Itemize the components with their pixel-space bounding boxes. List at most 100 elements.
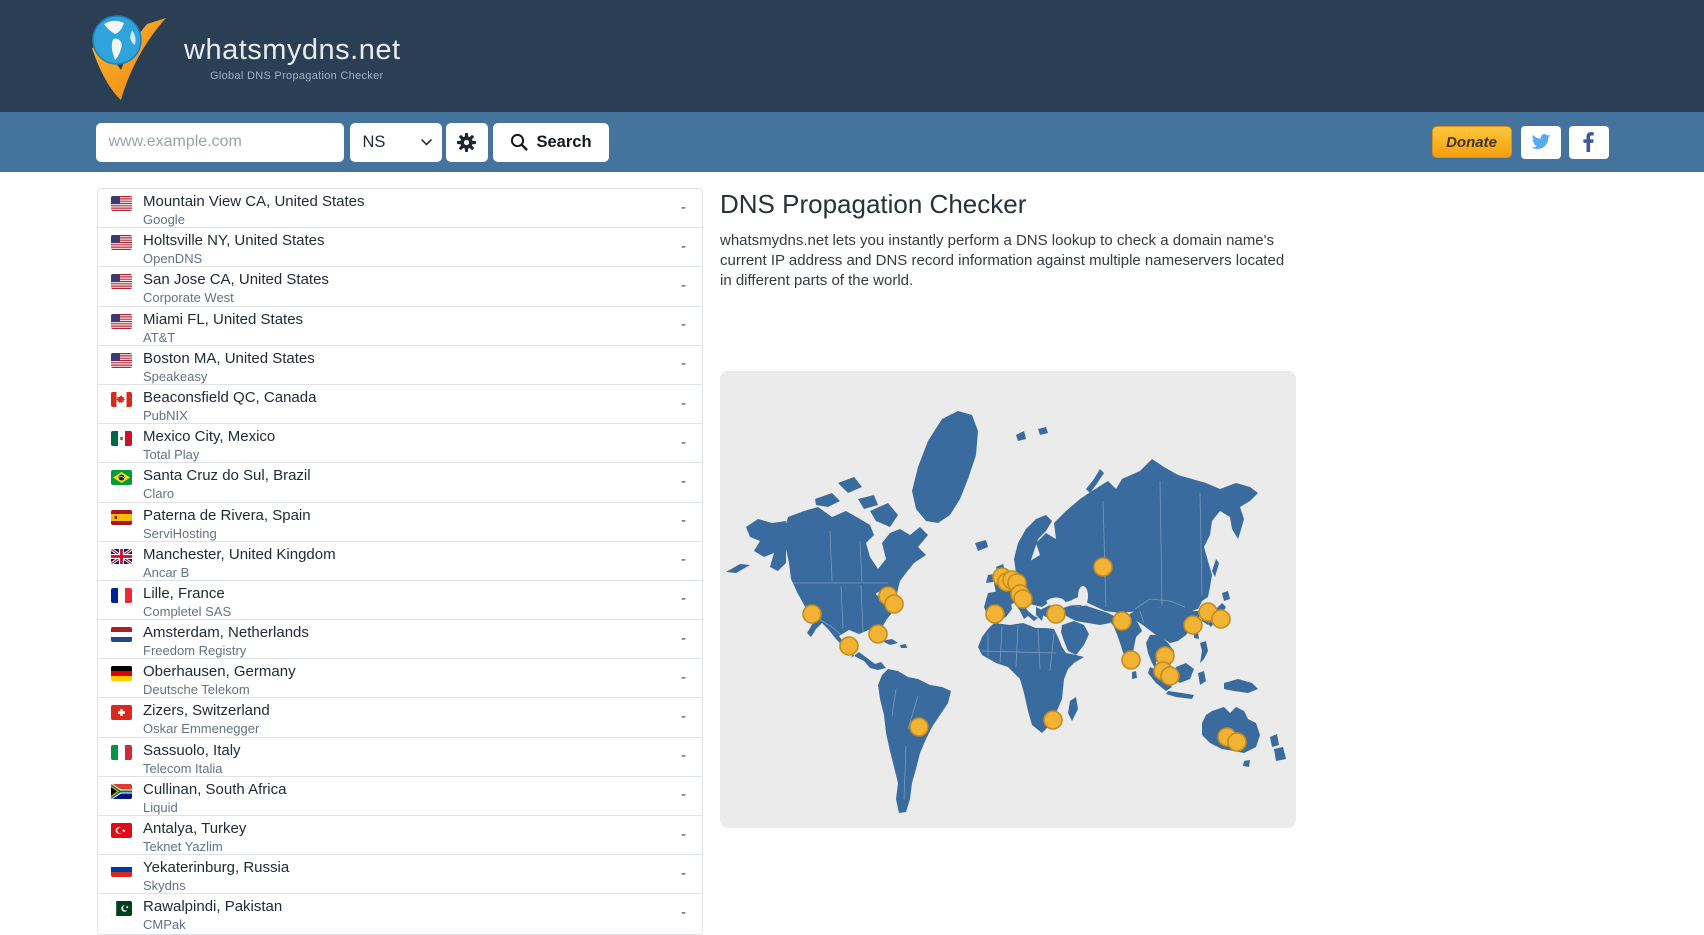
- mx-flag-icon: [111, 431, 132, 446]
- server-provider: Teknet Yazlim: [143, 839, 246, 854]
- server-provider: OpenDNS: [143, 251, 324, 266]
- map-marker-shanghai: [1184, 616, 1202, 634]
- map-marker-south-africa: [1044, 711, 1062, 729]
- server-result-value: -: [681, 747, 686, 770]
- server-location-link[interactable]: Amsterdam, Netherlands: [143, 624, 309, 642]
- server-location-link[interactable]: Lille, France: [143, 585, 231, 603]
- server-provider: Total Play: [143, 447, 275, 462]
- server-row: Cullinan, South AfricaLiquid-: [98, 777, 702, 816]
- options-button[interactable]: [446, 123, 488, 162]
- server-provider: Skydns: [143, 878, 289, 893]
- map-marker-yekaterinburg: [1094, 558, 1112, 576]
- server-row: Sassuolo, ItalyTelecom Italia -: [98, 738, 702, 777]
- server-row: San Jose CA, United StatesCorporate West…: [98, 267, 702, 306]
- server-location-link[interactable]: Mexico City, Mexico: [143, 428, 275, 446]
- server-provider: AT&T: [143, 330, 303, 345]
- world-map-panel: [720, 371, 1296, 828]
- map-marker-mexico-city: [840, 637, 858, 655]
- server-row: Antalya, TurkeyTeknet Yazlim -: [98, 816, 702, 855]
- twitter-button[interactable]: [1521, 126, 1561, 159]
- server-provider: Ancar B: [143, 565, 336, 580]
- server-row: Beaconsfield QC, CanadaPubNIX-: [98, 385, 702, 424]
- server-location-link[interactable]: Cullinan, South Africa: [143, 781, 286, 799]
- search-button-label: Search: [537, 133, 592, 152]
- twitter-icon: [1531, 134, 1551, 151]
- map-marker-tokyo: [1212, 610, 1230, 628]
- server-provider: Google: [143, 212, 365, 227]
- map-marker-san-jose: [803, 605, 821, 623]
- server-row: Lille, FranceCompletel SAS -: [98, 581, 702, 620]
- server-provider: Claro: [143, 486, 311, 501]
- server-location-link[interactable]: Miami FL, United States: [143, 311, 303, 329]
- gear-icon: [456, 132, 477, 153]
- map-marker-australia-2: [1228, 733, 1246, 751]
- fr-flag-icon: [111, 588, 132, 603]
- server-provider: Oskar Emmenegger: [143, 721, 270, 736]
- br-flag-icon: [111, 470, 132, 485]
- page-description: whatsmydns.net lets you instantly perfor…: [720, 231, 1296, 291]
- server-row: Oberhausen, GermanyDeutsche Telekom-: [98, 659, 702, 698]
- us-flag-icon: [111, 353, 132, 368]
- map-marker-paterna: [986, 605, 1004, 623]
- server-row: Zizers, SwitzerlandOskar Emmenegger-: [98, 698, 702, 737]
- server-result-value: -: [681, 473, 686, 496]
- server-provider: Freedom Registry: [143, 643, 309, 658]
- server-location-link[interactable]: San Jose CA, United States: [143, 271, 329, 289]
- facebook-button[interactable]: [1569, 126, 1609, 159]
- pk-flag-icon: [111, 901, 132, 916]
- map-marker-singapore-2: [1161, 667, 1179, 685]
- server-location-link[interactable]: Sassuolo, Italy: [143, 742, 241, 760]
- nl-flag-icon: [111, 627, 132, 642]
- server-row: Amsterdam, NetherlandsFreedom Registry-: [98, 620, 702, 659]
- server-row: Mountain View CA, United StatesGoogle -: [98, 189, 702, 228]
- server-result-value: -: [681, 826, 686, 849]
- logo-link[interactable]: whatsmydns.net Global DNS Propagation Ch…: [84, 6, 401, 106]
- server-row: Rawalpindi, PakistanCMPak -: [98, 894, 702, 933]
- server-location-link[interactable]: Mountain View CA, United States: [143, 193, 365, 211]
- server-result-value: -: [681, 590, 686, 613]
- server-location-link[interactable]: Antalya, Turkey: [143, 820, 246, 838]
- facebook-icon: [1583, 132, 1594, 152]
- gb-flag-icon: [111, 549, 132, 564]
- server-result-value: -: [681, 669, 686, 692]
- tr-flag-icon: [111, 823, 132, 838]
- main-content: Mountain View CA, United StatesGoogle - Ho…: [97, 188, 1704, 935]
- es-flag-icon: [111, 510, 132, 525]
- server-location-link[interactable]: Boston MA, United States: [143, 350, 315, 368]
- server-provider: Telecom Italia: [143, 761, 241, 776]
- search-toolbar: NS Search: [0, 112, 1704, 172]
- dns-servers-table: Mountain View CA, United StatesGoogle - Ho…: [97, 188, 703, 935]
- server-location-link[interactable]: Holtsville NY, United States: [143, 232, 324, 250]
- server-location-link[interactable]: Yekaterinburg, Russia: [143, 859, 289, 877]
- server-provider: Completel SAS: [143, 604, 231, 619]
- server-location-link[interactable]: Santa Cruz do Sul, Brazil: [143, 467, 311, 485]
- us-flag-icon: [111, 274, 132, 289]
- map-marker-antalya: [1047, 605, 1065, 623]
- server-row: Holtsville NY, United StatesOpenDNS-: [98, 228, 702, 267]
- server-location-link[interactable]: Zizers, Switzerland: [143, 702, 270, 720]
- server-result-value: -: [681, 277, 686, 300]
- server-location-link[interactable]: Rawalpindi, Pakistan: [143, 898, 282, 916]
- server-provider: ServiHosting: [143, 526, 311, 541]
- domain-input[interactable]: [96, 123, 344, 162]
- ch-flag-icon: [111, 705, 132, 720]
- server-location-link[interactable]: Oberhausen, Germany: [143, 663, 296, 681]
- ru-flag-icon: [111, 862, 132, 877]
- site-header: whatsmydns.net Global DNS Propagation Ch…: [0, 0, 1704, 112]
- server-location-link[interactable]: Paterna de Rivera, Spain: [143, 507, 311, 525]
- us-flag-icon: [111, 235, 132, 250]
- map-marker-new-york: [885, 595, 903, 613]
- server-row: Manchester, United KingdomAncar B-: [98, 542, 702, 581]
- server-result-value: -: [681, 199, 686, 222]
- server-result-value: -: [681, 904, 686, 927]
- server-location-link[interactable]: Manchester, United Kingdom: [143, 546, 336, 564]
- server-location-link[interactable]: Beaconsfield QC, Canada: [143, 389, 316, 407]
- map-marker-sassuolo: [1014, 590, 1032, 608]
- server-provider: CMPak: [143, 917, 282, 932]
- map-marker-india-south: [1122, 651, 1140, 669]
- server-row: Boston MA, United StatesSpeakeasy-: [98, 346, 702, 385]
- record-type-select[interactable]: NS: [350, 123, 442, 162]
- search-button[interactable]: Search: [493, 123, 609, 162]
- server-result-value: -: [681, 512, 686, 535]
- donate-button[interactable]: Donate: [1432, 126, 1512, 158]
